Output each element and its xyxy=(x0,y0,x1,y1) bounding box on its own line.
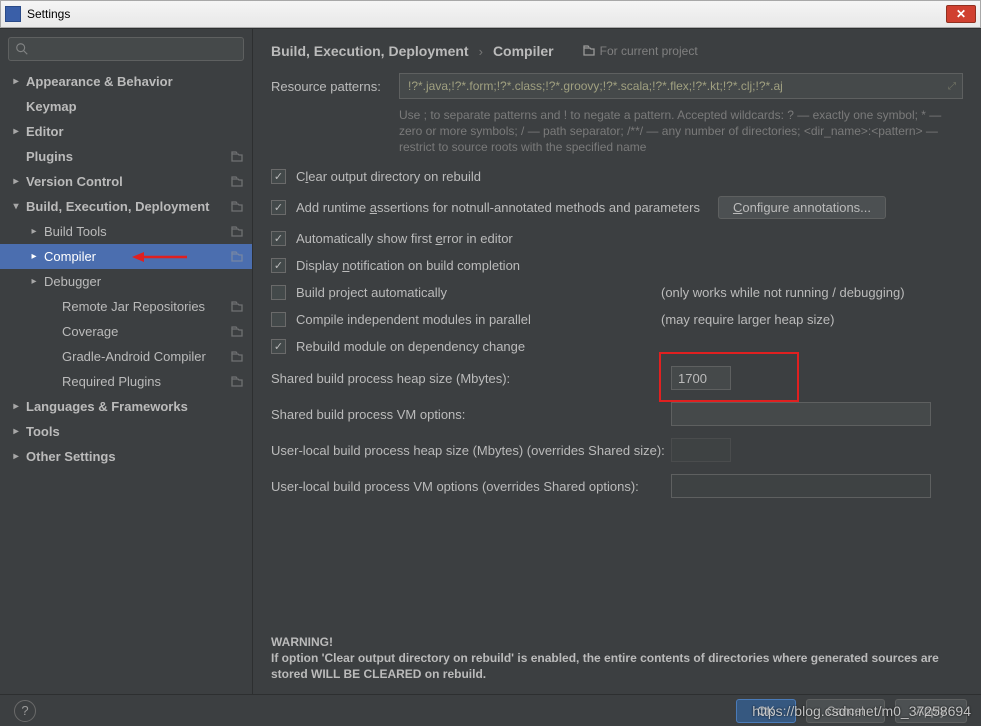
resource-patterns-input[interactable]: !?*.java;!?*.form;!?*.class;!?*.groovy;!… xyxy=(399,73,963,99)
sidebar-item-label: Gradle-Android Compiler xyxy=(62,349,206,364)
rebuild-checkbox[interactable] xyxy=(271,339,286,354)
chevron-down-icon: ▾ xyxy=(10,201,22,212)
search-icon xyxy=(15,42,29,56)
sidebar-item-gradle-android-compiler[interactable]: Gradle-Android Compiler xyxy=(0,344,252,369)
chevron-right-icon: ▸ xyxy=(28,251,40,262)
sidebar-item-debugger[interactable]: ▸ Debugger xyxy=(0,269,252,294)
sidebar-item-remote-jar-repositories[interactable]: Remote Jar Repositories xyxy=(0,294,252,319)
chevron-right-icon: ▸ xyxy=(10,76,22,87)
sidebar-item-label: Compiler xyxy=(44,249,96,264)
sidebar-item-compiler[interactable]: ▸ Compiler xyxy=(0,244,252,269)
sidebar-item-label: Editor xyxy=(26,124,64,139)
chevron-right-icon: ▸ xyxy=(28,226,40,237)
sidebar-item-label: Keymap xyxy=(26,99,77,114)
sidebar-item-tools[interactable]: ▸ Tools xyxy=(0,419,252,444)
chevron-right-icon: ▸ xyxy=(10,451,22,462)
footer: ? OK Cancel Apply xyxy=(0,694,981,726)
window-title: Settings xyxy=(27,7,70,21)
cancel-button[interactable]: Cancel xyxy=(806,699,885,723)
auto-error-checkbox[interactable] xyxy=(271,231,286,246)
sidebar-item-appearance-behavior[interactable]: ▸ Appearance & Behavior xyxy=(0,69,252,94)
sidebar-item-label: Appearance & Behavior xyxy=(26,74,173,89)
red-arrow-annotation xyxy=(132,247,192,270)
main-panel: Build, Execution, Deployment › Compiler … xyxy=(253,29,981,694)
patterns-help: Use ; to separate patterns and ! to nega… xyxy=(399,107,963,155)
assertions-checkbox[interactable] xyxy=(271,200,286,215)
project-icon xyxy=(230,375,244,389)
search-input[interactable] xyxy=(8,37,244,61)
sidebar-item-keymap[interactable]: Keymap xyxy=(0,94,252,119)
chevron-right-icon: ▸ xyxy=(28,276,40,287)
notify-checkbox[interactable] xyxy=(271,258,286,273)
help-button[interactable]: ? xyxy=(14,700,36,722)
sidebar-item-other-settings[interactable]: ▸ Other Settings xyxy=(0,444,252,469)
settings-tree: ▸ Appearance & Behavior Keymap ▸ Editor Plugi… xyxy=(0,69,252,469)
sidebar-item-label: Coverage xyxy=(62,324,118,339)
configure-annotations-button[interactable]: Configure annotations... xyxy=(718,196,886,219)
warning-text: WARNING! If option 'Clear output directo… xyxy=(271,634,963,682)
project-icon xyxy=(230,225,244,239)
vm-options-input[interactable] xyxy=(671,402,931,426)
breadcrumb: Build, Execution, Deployment › Compiler … xyxy=(271,43,963,59)
chevron-right-icon: ▸ xyxy=(10,126,22,137)
sidebar-item-build-execution-deployment[interactable]: ▾ Build, Execution, Deployment xyxy=(0,194,252,219)
titlebar: Settings ✕ xyxy=(0,0,981,28)
sidebar-item-label: Remote Jar Repositories xyxy=(62,299,205,314)
sidebar-item-build-tools[interactable]: ▸ Build Tools xyxy=(0,219,252,244)
project-icon xyxy=(230,250,244,264)
ok-button[interactable]: OK xyxy=(736,699,795,723)
clear-output-checkbox[interactable] xyxy=(271,169,286,184)
chevron-right-icon: ▸ xyxy=(10,176,22,187)
sidebar-item-label: Plugins xyxy=(26,149,73,164)
project-icon xyxy=(230,300,244,314)
chevron-right-icon: ▸ xyxy=(10,426,22,437)
project-icon xyxy=(582,44,596,58)
chevron-right-icon: › xyxy=(479,44,483,59)
expand-icon[interactable]: ⤢ xyxy=(948,81,956,92)
heap-size-input[interactable] xyxy=(671,366,731,390)
parallel-checkbox[interactable] xyxy=(271,312,286,327)
patterns-label: Resource patterns: xyxy=(271,79,399,94)
sidebar-item-label: Build Tools xyxy=(44,224,107,239)
project-icon xyxy=(230,350,244,364)
user-vm-options-input[interactable] xyxy=(671,474,931,498)
sidebar-item-label: Tools xyxy=(26,424,60,439)
app-icon xyxy=(5,6,21,22)
sidebar: ▸ Appearance & Behavior Keymap ▸ Editor Plugi… xyxy=(0,29,253,694)
sidebar-item-version-control[interactable]: ▸ Version Control xyxy=(0,169,252,194)
sidebar-item-coverage[interactable]: Coverage xyxy=(0,319,252,344)
sidebar-item-label: Debugger xyxy=(44,274,101,289)
project-icon xyxy=(230,325,244,339)
build-auto-checkbox[interactable] xyxy=(271,285,286,300)
sidebar-item-label: Version Control xyxy=(26,174,123,189)
close-button[interactable]: ✕ xyxy=(946,5,976,23)
sidebar-item-required-plugins[interactable]: Required Plugins xyxy=(0,369,252,394)
sidebar-item-label: Languages & Frameworks xyxy=(26,399,188,414)
apply-button[interactable]: Apply xyxy=(895,699,967,723)
project-icon xyxy=(230,175,244,189)
sidebar-item-plugins[interactable]: Plugins xyxy=(0,144,252,169)
sidebar-item-label: Other Settings xyxy=(26,449,116,464)
scope-label: For current project xyxy=(582,44,698,58)
project-icon xyxy=(230,200,244,214)
sidebar-item-editor[interactable]: ▸ Editor xyxy=(0,119,252,144)
sidebar-item-label: Required Plugins xyxy=(62,374,161,389)
project-icon xyxy=(230,150,244,164)
user-heap-input[interactable] xyxy=(671,438,731,462)
sidebar-item-label: Build, Execution, Deployment xyxy=(26,199,209,214)
chevron-right-icon: ▸ xyxy=(10,401,22,412)
sidebar-item-languages-frameworks[interactable]: ▸ Languages & Frameworks xyxy=(0,394,252,419)
